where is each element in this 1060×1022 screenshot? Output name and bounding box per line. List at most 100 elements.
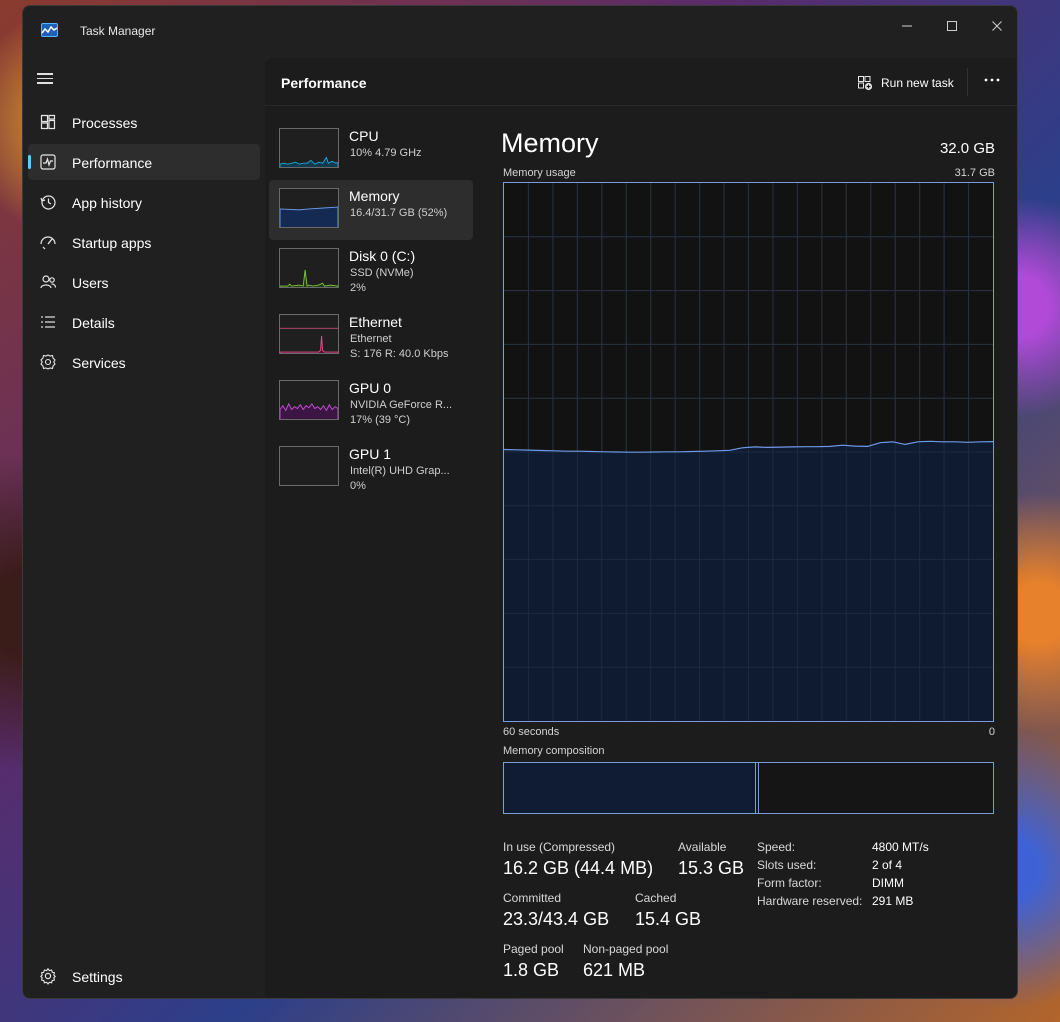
device-detail: NVIDIA GeForce R... [350,399,453,411]
device-name: CPU [349,128,379,144]
cached-value: 15.4 GB [635,909,702,929]
nav-item-users[interactable]: Users [28,264,260,300]
performance-icon [40,154,56,170]
device-ethernet[interactable]: Ethernet Ethernet S: 176 R: 40.0 Kbps [269,306,473,366]
speed-value: 4800 MT/s [872,840,929,854]
processes-icon [40,114,56,130]
close-button[interactable] [979,12,1015,40]
device-name: Memory [349,188,400,204]
menu-toggle-button[interactable] [37,70,57,90]
nav-label: Details [72,315,115,331]
cpu-thumbnail-graph [279,128,339,168]
device-memory[interactable]: Memory 16.4/31.7 GB (52%) [269,180,473,240]
nav-item-processes[interactable]: Processes [28,104,260,140]
device-name: GPU 0 [349,380,392,396]
maximize-icon [947,21,957,31]
ethernet-thumbnail-graph [279,314,339,354]
device-gpu-1[interactable]: GPU 1 Intel(R) UHD Grap... 0% [269,438,473,498]
memory-usage-label: Memory usage [503,167,576,179]
active-indicator [28,155,31,169]
available-value: 15.3 GB [678,858,745,878]
device-disk-0[interactable]: Disk 0 (C:) SSD (NVMe) 2% [269,240,473,300]
minimize-button[interactable] [889,12,925,40]
slots-used-value: 2 of 4 [872,858,903,872]
nav-label: Services [72,355,126,371]
more-options-icon [984,78,1000,82]
hardware-reserved-label: Hardware reserved: [757,894,863,908]
nav-item-settings[interactable]: Settings [28,958,260,994]
slots-used-label: Slots used: [757,858,817,872]
nav-label: App history [72,195,143,211]
nav-item-services[interactable]: Services [28,344,260,380]
memory-usage-graph [503,182,994,722]
nav-item-details[interactable]: Details [28,304,260,340]
nav-label: Performance [72,155,153,171]
speed-label: Speed: [757,840,796,854]
device-detail: 0% [350,480,366,492]
committed-value: 23.3/43.4 GB [503,909,610,929]
users-icon [40,275,57,289]
services-icon [40,354,56,370]
memory-usage-chart [503,183,994,721]
device-name: GPU 1 [349,446,392,462]
disk-thumbnail-graph [279,248,339,288]
hamburger-icon [37,73,57,84]
run-new-task-label: Run new task [881,76,954,90]
maximize-button[interactable] [934,12,970,40]
device-detail: 2% [350,282,366,294]
header-divider [967,68,968,96]
composition-in-use [504,763,756,813]
nav-label: Startup apps [72,235,152,251]
paged-pool-value: 1.8 GB [503,960,560,980]
memory-usage-max: 31.7 GB [954,167,995,179]
minimize-icon [902,25,912,27]
nav-label: Processes [72,115,138,131]
history-icon [40,195,56,210]
form-factor-value: DIMM [872,876,904,890]
device-detail: 10% 4.79 GHz [350,147,422,159]
device-name: Ethernet [349,314,402,330]
run-new-task-button[interactable]: Run new task [857,74,954,92]
device-detail: S: 176 R: 40.0 Kbps [350,348,449,360]
composition-modified [756,763,759,813]
form-factor-label: Form factor: [757,876,822,890]
cached-label: Cached [635,891,677,905]
startup-icon [40,236,56,250]
task-manager-app-icon [41,23,58,37]
hardware-reserved-value: 291 MB [872,894,914,908]
memory-thumbnail-graph [279,188,339,228]
memory-composition-label: Memory composition [503,745,605,757]
nav-item-app-history[interactable]: App history [28,184,260,220]
nav-item-performance[interactable]: Performance [28,144,260,180]
device-detail: 16.4/31.7 GB (52%) [350,207,448,219]
device-detail: Intel(R) UHD Grap... [350,465,450,477]
nav-item-startup-apps[interactable]: Startup apps [28,224,260,260]
run-new-task-icon [858,76,873,91]
paged-pool-label: Paged pool [503,942,564,956]
in-use-value: 16.2 GB (44.4 MB) [503,858,654,878]
memory-heading: Memory [501,128,599,158]
memory-total: 32.0 GB [939,140,995,157]
in-use-label: In use (Compressed) [503,840,616,854]
device-gpu-0[interactable]: GPU 0 NVIDIA GeForce R... 17% (39 °C) [269,372,473,432]
nav-label: Users [72,275,109,291]
title-bar: Task Manager [23,6,1017,56]
close-icon [992,21,1002,31]
non-paged-pool-label: Non-paged pool [583,942,669,956]
gpu0-thumbnail-graph [279,380,339,420]
memory-composition-bar [503,762,994,814]
details-icon [41,316,55,328]
performance-panel: Performance Run new task CPU 10% 4.79 GH… [265,58,1017,998]
device-detail: SSD (NVMe) [350,267,414,279]
more-options-button[interactable] [981,72,1003,92]
available-label: Available [678,840,727,854]
settings-label: Settings [72,969,123,985]
graph-time-axis-end: 0 [988,726,995,738]
device-detail: 17% (39 °C) [350,414,411,426]
device-cpu[interactable]: CPU 10% 4.79 GHz [269,120,473,180]
page-title: Performance [281,75,367,91]
settings-gear-icon [40,967,56,985]
device-detail: Ethernet [350,333,392,345]
gpu1-thumbnail-graph [279,446,339,486]
device-name: Disk 0 (C:) [349,248,416,264]
